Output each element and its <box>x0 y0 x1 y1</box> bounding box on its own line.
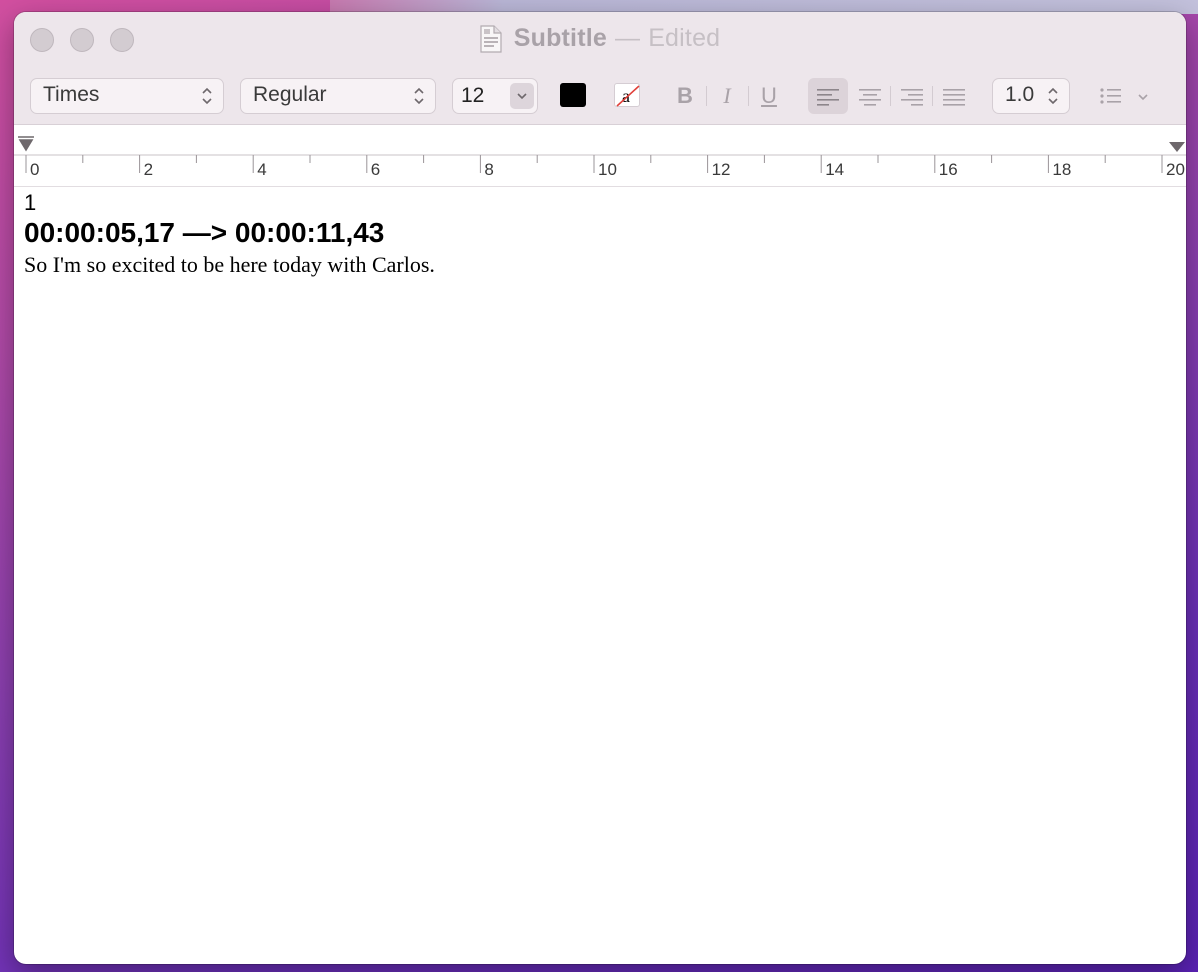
font-family-popup[interactable]: Times <box>30 78 224 114</box>
font-size-value: 12 <box>461 84 485 107</box>
font-style-value: Regular <box>253 83 327 106</box>
align-left-icon <box>817 89 839 106</box>
highlight-color-swatch[interactable]: a <box>614 83 640 107</box>
up-down-chevron-icon <box>414 87 424 105</box>
ruler-label: 0 <box>30 160 39 179</box>
font-size-dropdown-button[interactable] <box>510 83 534 109</box>
line-spacing-value: 1.0 <box>1005 83 1035 106</box>
ruler-label: 16 <box>939 160 958 179</box>
list-style-button[interactable] <box>1094 82 1156 110</box>
format-toolbar: Times Regular 12 a B I U 1.0 <box>14 78 1186 114</box>
ruler-label: 2 <box>144 160 153 179</box>
align-right-button[interactable] <box>892 78 932 114</box>
font-size-combo[interactable]: 12 <box>452 78 538 114</box>
separator <box>748 86 749 106</box>
subtitle-index: 1 <box>24 190 37 215</box>
edited-status: Edited <box>648 24 721 52</box>
ruler[interactable]: 0 2 4 6 8 10 12 14 16 18 20 <box>14 125 1186 187</box>
no-highlight-icon: a <box>616 85 640 107</box>
font-family-value: Times <box>43 83 100 106</box>
document-name: Subtitle <box>513 24 607 52</box>
line-spacing-popup[interactable]: 1.0 <box>992 78 1070 114</box>
ruler-label: 12 <box>712 160 731 179</box>
chevron-down-icon <box>517 93 527 100</box>
title-separator: — <box>614 24 641 52</box>
text-color-swatch[interactable] <box>560 83 586 107</box>
subtitle-timing: 00:00:05,17 —> 00:00:11,43 <box>24 217 385 248</box>
align-right-icon <box>901 89 923 106</box>
title-and-toolbar: Subtitle — Edited Times Regular 12 a B I… <box>14 12 1186 125</box>
subtitle-text: So I'm so excited to be here today with … <box>24 252 435 277</box>
textedit-window: Subtitle — Edited Times Regular 12 a B I… <box>14 12 1186 964</box>
up-down-chevron-icon <box>202 87 212 105</box>
window-title: Subtitle — Edited <box>14 24 1186 53</box>
text-editing-area[interactable]: 1 00:00:05,17 —> 00:00:11,43 So I'm so e… <box>24 190 1176 280</box>
align-left-button[interactable] <box>808 78 848 114</box>
ruler-label: 8 <box>484 160 493 179</box>
italic-button[interactable]: I <box>714 78 740 114</box>
justify-icon <box>943 89 965 106</box>
ruler-label: 14 <box>825 160 844 179</box>
ruler-label: 20 <box>1166 160 1185 179</box>
separator <box>706 86 707 106</box>
ruler-scale: 0 2 4 6 8 10 12 14 16 18 20 <box>14 136 1186 179</box>
document-icon <box>480 24 502 53</box>
ruler-label: 10 <box>598 160 617 179</box>
ruler-label: 4 <box>257 160 266 179</box>
ruler-label: 18 <box>1052 160 1071 179</box>
align-center-icon <box>859 89 881 106</box>
bold-button[interactable]: B <box>672 78 698 114</box>
underline-button[interactable]: U <box>756 78 782 114</box>
font-style-popup[interactable]: Regular <box>240 78 436 114</box>
first-line-indent-marker <box>18 136 34 152</box>
separator <box>932 86 933 106</box>
right-indent-marker <box>1169 142 1185 152</box>
justify-button[interactable] <box>934 78 974 114</box>
bulleted-list-icon <box>1100 88 1148 104</box>
ruler-label: 6 <box>371 160 380 179</box>
separator <box>890 86 891 106</box>
align-center-button[interactable] <box>850 78 890 114</box>
up-down-chevron-icon <box>1048 87 1058 105</box>
